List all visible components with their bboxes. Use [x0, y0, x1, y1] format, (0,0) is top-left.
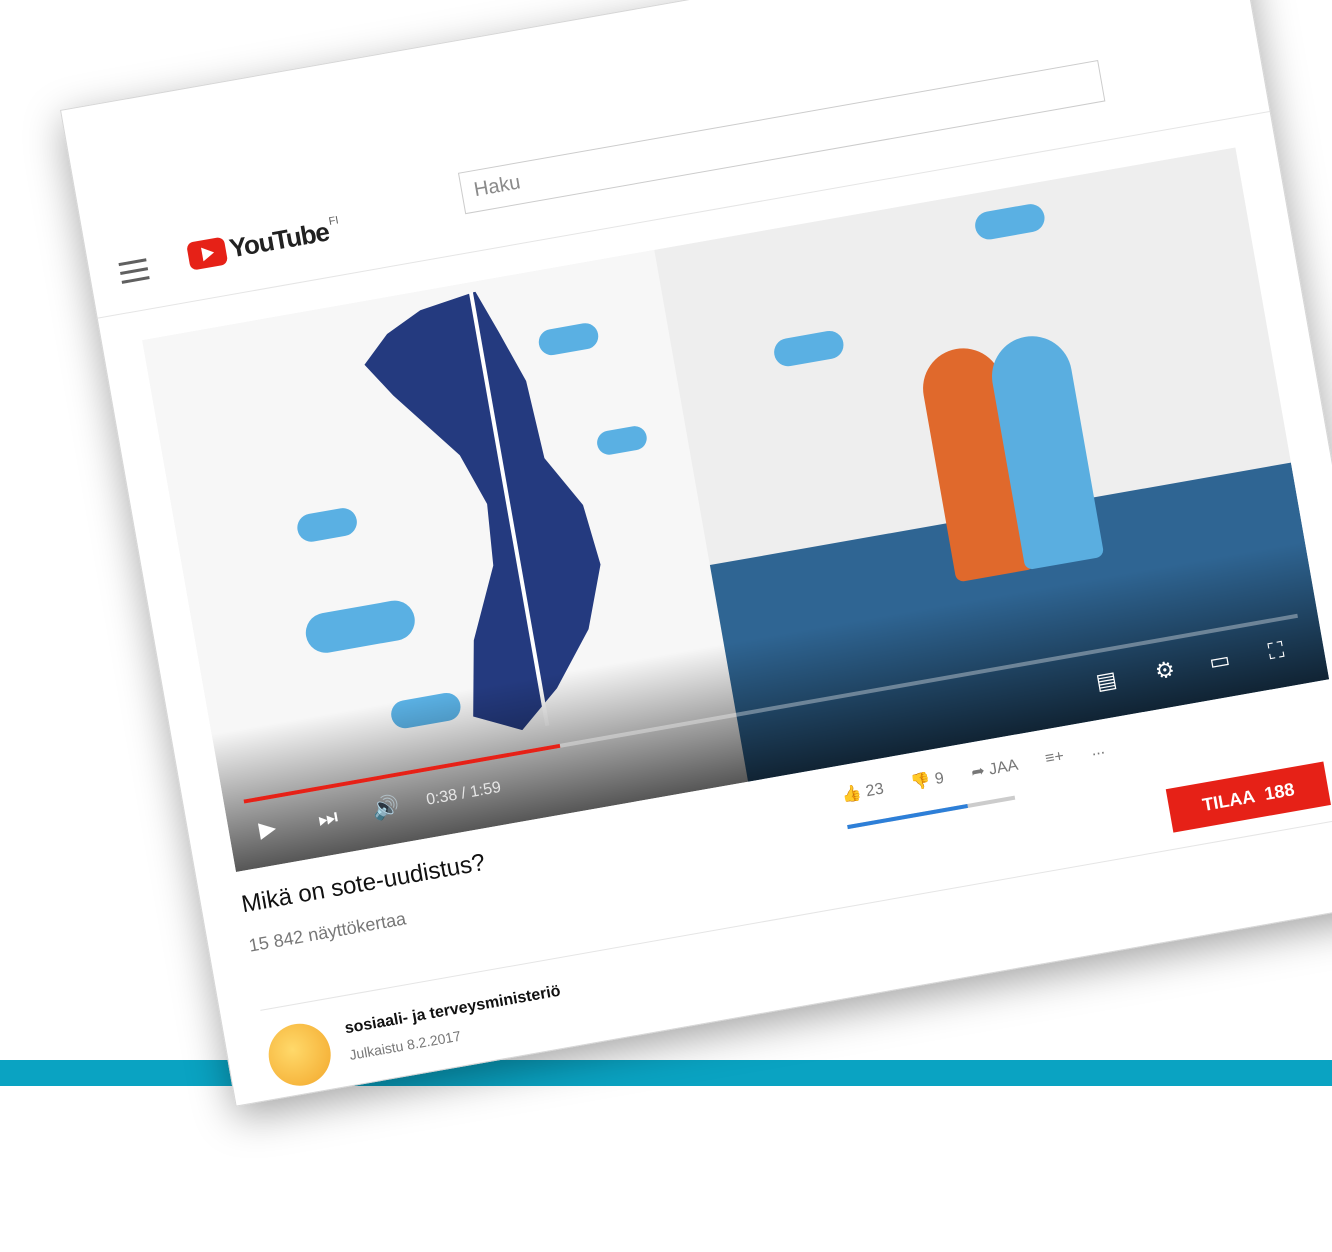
menu-icon[interactable]: [118, 258, 150, 285]
settings-gear-icon[interactable]: ⚙: [1153, 656, 1177, 685]
more-button[interactable]: ...: [1090, 740, 1106, 760]
video-player[interactable]: ▶ ⏭ 🔊 0:38 / 1:59 ▤ ⚙ ▭ ⛶: [142, 147, 1330, 873]
youtube-screenshot-card: YouTube FI Haku ▶ ⏭ 🔊 0:38 / 1:59 ▤ ⚙ ▭ …: [60, 0, 1332, 1107]
share-label: JAA: [987, 756, 1020, 779]
add-to-playlist-icon[interactable]: ≡+: [1044, 748, 1066, 769]
like-button[interactable]: 👍 23: [840, 778, 885, 805]
view-count: 15 842 näyttökertaa: [247, 908, 408, 956]
theater-mode-icon[interactable]: ▭: [1207, 646, 1232, 675]
subtitles-icon[interactable]: ▤: [1094, 666, 1119, 695]
subscriber-count: 188: [1262, 778, 1296, 804]
dislike-count: 9: [933, 769, 946, 789]
decorative-teal-band: [0, 1060, 1332, 1086]
section-divider: [260, 817, 1332, 1011]
next-icon[interactable]: ⏭: [316, 804, 340, 833]
like-count: 23: [864, 780, 886, 801]
sentiment-bar: [847, 795, 1016, 830]
subscribe-button[interactable]: TILAA 188: [1165, 761, 1331, 833]
thumb-up-icon: 👍: [840, 784, 864, 805]
share-icon: ➦: [970, 762, 987, 782]
play-logo-icon: [185, 236, 229, 271]
logo-region: FI: [327, 214, 340, 228]
share-button[interactable]: ➦ JAA: [970, 755, 1020, 783]
volume-icon[interactable]: 🔊: [370, 793, 402, 823]
logo-text: YouTube: [227, 216, 332, 264]
sentiment-fill: [847, 803, 969, 830]
channel-avatar[interactable]: [263, 1018, 336, 1091]
dislike-button[interactable]: 👎 9: [909, 768, 946, 793]
thumb-down-icon: 👎: [909, 772, 933, 793]
subscribe-label: TILAA: [1200, 785, 1257, 815]
youtube-logo[interactable]: YouTube FI: [185, 214, 343, 271]
